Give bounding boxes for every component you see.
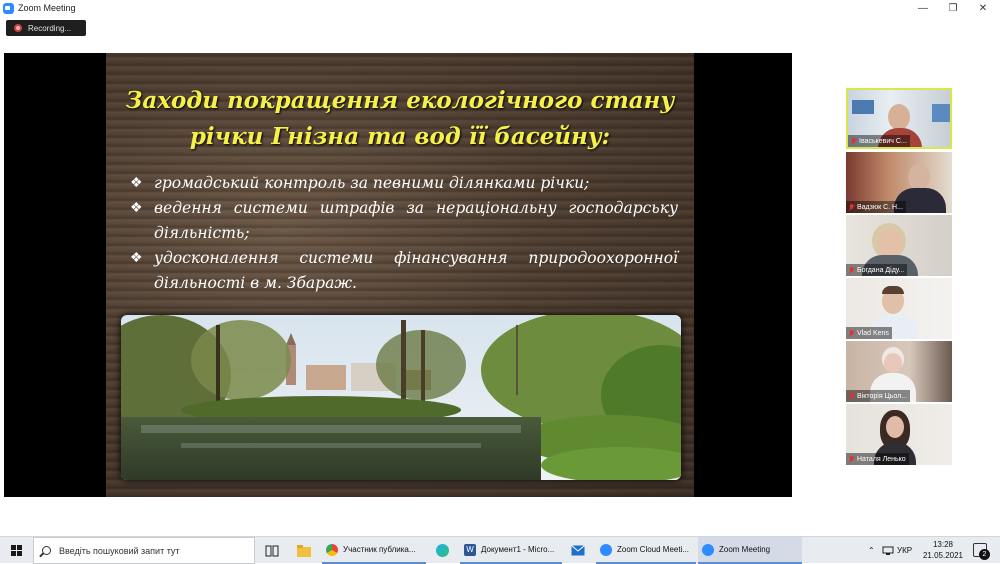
participant-name-bar: Іваськевич С... (848, 135, 910, 147)
bullet-text: ведення системи штрафів за нераціональну… (154, 199, 678, 242)
recording-label: Recording... (28, 23, 72, 33)
participant-tile[interactable]: Наталя Ленько (846, 404, 952, 465)
system-clock[interactable]: 13:28 21.05.2021 (918, 539, 968, 561)
edge-button[interactable] (428, 537, 456, 564)
start-button[interactable] (0, 537, 32, 564)
participant-name-bar: Vlad Kens (846, 327, 892, 339)
taskbar-app-label: Zoom Meeting (719, 545, 771, 554)
taskbar-app-word[interactable]: W Документ1 - Micro... (460, 537, 562, 564)
participant-tile[interactable]: Іваськевич С... (846, 88, 952, 149)
slide-title-line-1: Заходи покращення екологічного стану (125, 87, 675, 114)
participant-video (932, 104, 950, 122)
participant-video (886, 416, 904, 438)
taskbar-search-box[interactable]: Введіть пошуковий запит тут (33, 537, 255, 564)
participant-name: Богдана Діду... (857, 266, 905, 274)
tray-overflow-button[interactable]: ⌃ (868, 537, 875, 564)
clock-date: 21.05.2021 (922, 551, 964, 560)
record-icon (14, 24, 22, 32)
taskbar-app-chrome[interactable]: Участник публика... (322, 537, 426, 564)
notification-count-badge: 2 (979, 549, 990, 560)
participant-tile[interactable]: Вікторія Цьол... (846, 341, 952, 402)
chrome-icon (326, 543, 338, 556)
participant-name-bar: Вікторія Цьол... (846, 390, 911, 402)
clock-time: 13:28 (932, 540, 954, 549)
language-indicator[interactable]: УКР (897, 537, 912, 564)
windows-logo-icon (10, 545, 22, 556)
taskbar-app-label: Документ1 - Micro... (481, 545, 555, 554)
window-title-bar: Zoom Meeting — ❐ ✕ (0, 0, 1000, 16)
participant-tile[interactable]: Богдана Діду... (846, 215, 952, 276)
muted-microphone-icon (849, 266, 854, 274)
participant-video (888, 104, 910, 130)
zoom-icon (702, 543, 714, 556)
network-button[interactable] (882, 537, 894, 564)
river-landscape-photo (121, 315, 681, 480)
file-explorer-button[interactable] (290, 537, 318, 564)
mail-icon (571, 545, 585, 556)
search-placeholder: Введіть пошуковий запит тут (59, 545, 180, 556)
network-icon (882, 546, 894, 555)
slide-bullet-list: ❖ громадський контроль за певними ділянк… (130, 171, 678, 296)
search-icon (42, 546, 51, 555)
window-title: Zoom Meeting (18, 3, 76, 13)
participant-name-bar: Богдана Діду... (846, 264, 908, 276)
action-center-button[interactable]: 2 (973, 543, 990, 560)
language-label: УКР (897, 546, 913, 555)
folder-icon (297, 544, 311, 557)
bullet-item: ❖ ведення системи штрафів за нераціональ… (130, 196, 678, 246)
participant-tile[interactable]: Вадзюк С. Н... (846, 152, 952, 213)
muted-microphone-icon (849, 392, 854, 400)
word-icon: W (464, 543, 476, 556)
recording-indicator[interactable]: Recording... (6, 20, 86, 36)
diamond-bullet-icon: ❖ (130, 200, 143, 216)
recording-bar: Recording... (0, 16, 1000, 53)
bullet-text: удосконалення системи фінансування приро… (154, 249, 678, 292)
bullet-text: громадський контроль за певними ділянкам… (154, 174, 590, 192)
zoom-app-icon (3, 2, 14, 14)
participant-name: Іваськевич С... (859, 137, 907, 145)
participant-name-bar: Наталя Ленько (846, 453, 909, 465)
participant-name: Вадзюк С. Н... (857, 203, 903, 211)
participant-video (878, 229, 902, 257)
close-button[interactable]: ✕ (968, 0, 998, 16)
minimize-button[interactable]: — (908, 0, 938, 16)
zoom-icon (600, 543, 612, 556)
participant-name-bar: Вадзюк С. Н... (846, 201, 906, 213)
bullet-item: ❖ удосконалення системи фінансування при… (130, 246, 678, 296)
participant-name: Вікторія Цьол... (857, 392, 908, 400)
participant-video (882, 286, 904, 294)
task-view-button[interactable] (258, 537, 286, 564)
chevron-up-icon: ⌃ (868, 546, 875, 555)
presentation-slide: Заходи покращення екологічного стану річ… (106, 53, 694, 497)
taskbar-app-label: Участник публика... (343, 545, 416, 554)
shared-screen: Заходи покращення екологічного стану річ… (4, 53, 792, 497)
maximize-button[interactable]: ❐ (938, 0, 968, 16)
diamond-bullet-icon: ❖ (130, 175, 143, 191)
task-view-icon (265, 545, 279, 556)
participant-video (884, 353, 902, 373)
taskbar-app-zoom-cloud[interactable]: Zoom Cloud Meeti... (596, 537, 696, 564)
participant-name: Vlad Kens (857, 329, 889, 337)
windows-taskbar: Введіть пошуковий запит тут Участник пуб… (0, 536, 1000, 564)
muted-microphone-icon (849, 203, 854, 211)
participant-video (908, 164, 930, 190)
taskbar-app-label: Zoom Cloud Meeti... (617, 545, 690, 554)
taskbar-app-zoom-meeting[interactable]: Zoom Meeting (698, 537, 802, 564)
muted-microphone-icon (849, 329, 854, 337)
participant-name: Наталя Ленько (857, 455, 906, 463)
bullet-item: ❖ громадський контроль за певними ділянк… (130, 171, 678, 196)
muted-microphone-icon (849, 455, 854, 463)
slide-title: Заходи покращення екологічного стану річ… (106, 83, 694, 155)
participant-video (852, 100, 874, 114)
participant-tile[interactable]: Vlad Kens (846, 278, 952, 339)
slide-title-line-2: річки Гнізна та вод її басейну: (189, 123, 611, 150)
muted-microphone-icon (851, 137, 856, 145)
mail-button[interactable] (564, 537, 592, 564)
edge-icon (435, 544, 449, 557)
diamond-bullet-icon: ❖ (130, 250, 143, 266)
